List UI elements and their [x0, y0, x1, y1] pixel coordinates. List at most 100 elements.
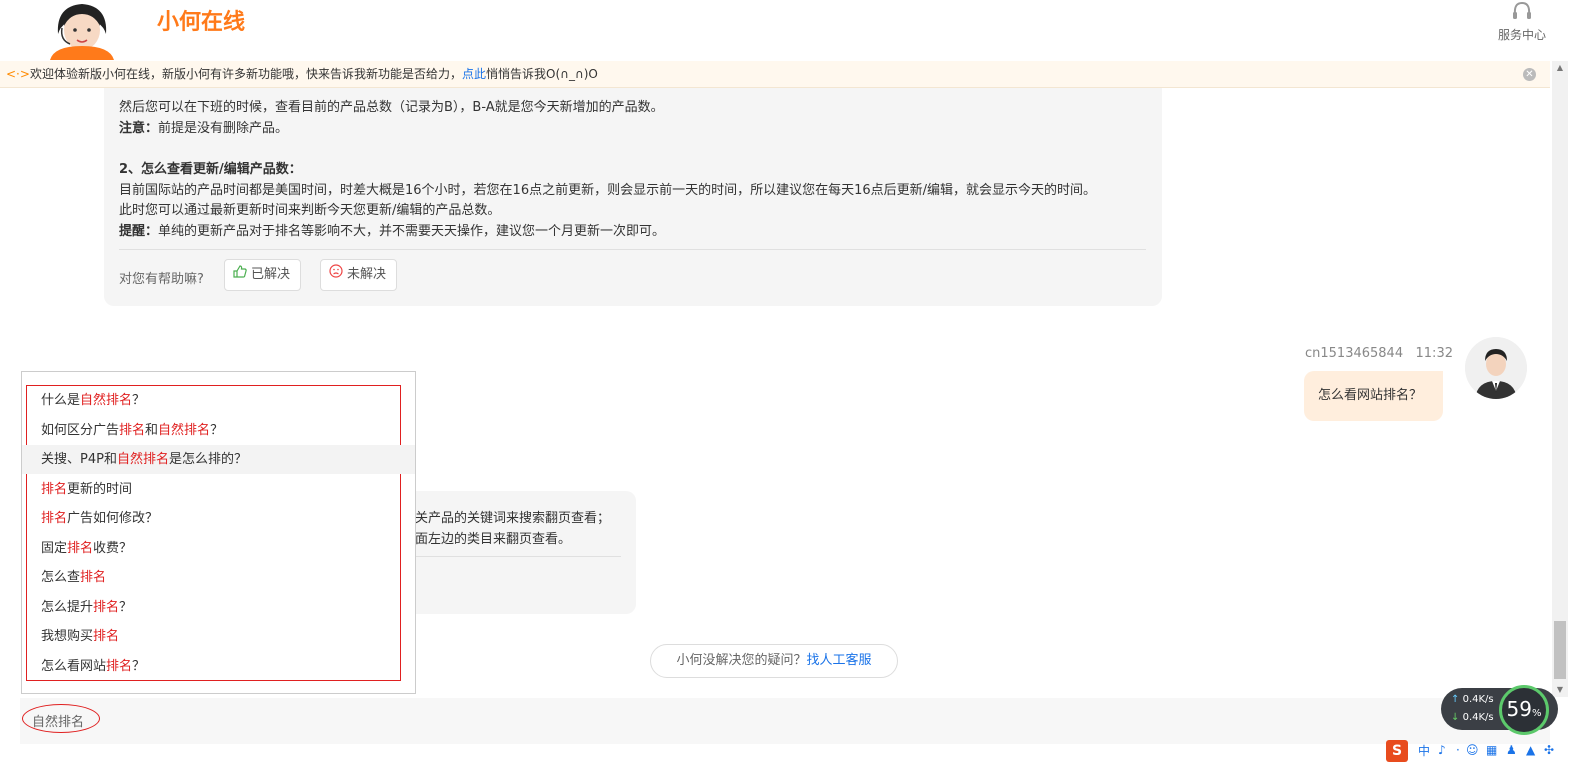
service-center-button[interactable]: 服务中心 — [1496, 0, 1548, 48]
sogou-logo-icon: S — [1386, 740, 1408, 762]
message-line: 关产品的关键词来搜索翻页查看； — [415, 511, 611, 526]
service-center-label: 服务中心 — [1497, 28, 1546, 42]
suggestion-text: ？ — [132, 658, 146, 674]
tip-label: 提醒： — [119, 224, 159, 239]
shirt-icon[interactable]: ▲ — [1526, 743, 1535, 757]
suggestion-keyword: 排名 — [41, 511, 68, 526]
human-service-prompt: 小何没解决您的疑问？找人工客服 — [650, 644, 898, 678]
suggestion-text: 怎么提升 — [41, 599, 94, 615]
suggestion-item[interactable]: 关搜、P4P和自然排名是怎么排的？ — [22, 445, 415, 474]
suggestion-item[interactable]: 固定排名收费？ — [22, 534, 415, 563]
message-line: 此时您可以通过最新更新时间来判断今天您更新/编辑的产品总数。 — [119, 203, 501, 218]
section2-title: 2、怎么查看更新/编辑产品数： — [119, 162, 302, 177]
keyboard-icon[interactable]: ▦ — [1486, 743, 1497, 757]
sad-face-icon — [329, 260, 343, 290]
message-line: 然后您可以在下班的时候，查看目前的产品总数（记录为B），B-A就是您今天新增加的… — [119, 100, 664, 115]
suggestion-text: ？ — [119, 599, 133, 615]
close-icon[interactable]: ✕ — [1523, 68, 1536, 81]
thumbs-up-icon — [233, 260, 247, 290]
notice-text-after: 悄悄告诉我O(∩_∩)O — [486, 67, 598, 81]
brand-title: 小何在线 — [157, 10, 246, 35]
announcement-icon: <·> — [6, 67, 30, 81]
suggestion-item[interactable]: 怎么提升排名？ — [22, 593, 415, 622]
suggestion-keyword: 自然排名 — [80, 393, 133, 408]
chat-input[interactable]: 自然排名 — [32, 711, 84, 730]
suggestion-text: ？ — [132, 393, 146, 408]
divider — [415, 556, 621, 557]
message-note: 注意：前提是没有删除产品。 — [119, 117, 288, 136]
suggestion-keyword: 排名 — [67, 540, 94, 556]
unsolved-label: 未解决 — [347, 267, 387, 282]
message-line: 目前国际站的产品时间都是美国时间，时差大概是16个小时，若您在16点之前更新，则… — [119, 183, 1097, 198]
ime-toolbar[interactable]: S 中 ♪ · ☺ ▦ ♟ ▲ ✣ — [1386, 740, 1566, 767]
notice-text-before: 欢迎体验新版小何在线，新版小何有许多新功能哦，快来告诉我新功能是否给力， — [30, 67, 463, 81]
tip-text: 单纯的更新产品对于排名等影响不大，并不需要天天操作，建议您一个月更新一次即可。 — [158, 224, 666, 239]
suggestion-text: 什么是 — [41, 393, 81, 408]
download-speed: ↓ 0.4K/s — [1451, 712, 1494, 723]
solved-button[interactable]: 已解决 — [224, 259, 302, 291]
notice-text: 欢迎体验新版小何在线，新版小何有许多新功能哦，快来告诉我新功能是否给力，点此悄悄… — [30, 61, 598, 88]
tools-icon[interactable]: ✣ — [1544, 743, 1554, 757]
network-monitor-widget[interactable]: ↑ 0.4K/s ↓ 0.4K/s 59% — [1441, 685, 1558, 735]
gauge-unit: % — [1531, 708, 1542, 719]
download-arrow-icon: ↓ — [1451, 712, 1460, 723]
ime-mode[interactable]: 中 — [1418, 742, 1430, 759]
suggestion-text: 固定 — [41, 540, 68, 556]
suggestion-item[interactable]: 怎么查排名 — [22, 563, 415, 592]
upload-speed: ↑ 0.4K/s — [1451, 694, 1494, 705]
gauge-percent: 59 — [1506, 697, 1532, 721]
header: 小何在线 服务中心 — [0, 0, 1596, 60]
notice-bar: <·> 欢迎体验新版小何在线，新版小何有许多新功能哦，快来告诉我新功能是否给力，… — [0, 61, 1550, 88]
suggestion-text: 如何区分广告 — [41, 422, 120, 438]
suggestion-keyword: 排名 — [41, 481, 68, 497]
suggestion-text: 收费？ — [93, 540, 133, 556]
chat-scrollbar[interactable]: ▲ ▼ — [1552, 61, 1568, 697]
divider — [119, 249, 1146, 250]
helpful-question: 对您有帮助嘛? — [119, 272, 204, 287]
suggestion-item[interactable]: 怎么看网站排名？ — [22, 652, 415, 681]
suggestion-item[interactable]: 如何区分广告排名和自然排名？ — [22, 416, 415, 445]
bot-message-bubble: 然后您可以在下班的时候，查看目前的产品总数（记录为B），B-A就是您今天新增加的… — [104, 88, 1162, 306]
suggestion-text: ？ — [210, 422, 224, 438]
dot-icon[interactable]: · — [1456, 743, 1460, 757]
suggestion-text: 广告如何修改？ — [67, 511, 159, 526]
chat-input-bar: 自然排名 — [20, 698, 1550, 744]
unsolved-button[interactable]: 未解决 — [320, 259, 398, 291]
user-icon[interactable]: ♟ — [1506, 743, 1517, 757]
punctuation-icon[interactable]: ♪ — [1438, 743, 1446, 757]
upload-arrow-icon: ↑ — [1451, 694, 1460, 705]
note-label: 注意： — [119, 121, 159, 136]
suggestion-keyword: 排名 — [80, 570, 107, 585]
suggestion-item[interactable]: 什么是自然排名？ — [22, 386, 415, 415]
suggestion-dropdown: 什么是自然排名？ 如何区分广告排名和自然排名？ 关搜、P4P和自然排名是怎么排的？排… — [21, 371, 416, 694]
solved-label: 已解决 — [251, 267, 291, 282]
scroll-down-arrow-icon[interactable]: ▼ — [1552, 683, 1568, 697]
notice-feedback-link[interactable]: 点此 — [462, 67, 486, 81]
scroll-up-arrow-icon[interactable]: ▲ — [1552, 61, 1568, 75]
suggestion-text: 怎么看网站 — [41, 658, 107, 674]
suggestion-item[interactable]: 排名更新的时间 — [22, 475, 415, 504]
suggestion-keyword: 自然排名 — [158, 422, 211, 438]
suggestion-keyword: 自然排名 — [116, 452, 169, 467]
username: cn1513465844 — [1305, 346, 1404, 361]
scroll-thumb[interactable] — [1554, 621, 1566, 679]
suggestion-text: 更新的时间 — [67, 481, 133, 497]
user-avatar-icon — [1465, 337, 1527, 399]
upload-speed-value: 0.4K/s — [1462, 694, 1494, 705]
user-message-meta: cn1513465844 11:32 — [1305, 346, 1453, 361]
message-time: 11:32 — [1415, 346, 1453, 361]
headset-icon — [1513, 1, 1531, 19]
note-text: 前提是没有删除产品。 — [158, 121, 289, 136]
user-message-bubble: 怎么看网站排名？ — [1304, 371, 1443, 421]
suggestion-keyword: 排名 — [106, 658, 133, 674]
suggestion-item[interactable]: 排名广告如何修改？ — [22, 504, 415, 533]
suggestion-keyword: 排名 — [93, 629, 120, 644]
suggestion-text: 关搜、P4P和 — [41, 452, 117, 467]
human-service-link[interactable]: 找人工客服 — [807, 653, 872, 668]
suggestion-item[interactable]: 我想购买排名 — [22, 622, 415, 651]
download-speed-value: 0.4K/s — [1462, 712, 1494, 723]
message-tip: 提醒：单纯的更新产品对于排名等影响不大，并不需要天天操作，建议您一个月更新一次即… — [119, 220, 665, 239]
memory-gauge: 59% — [1499, 685, 1549, 735]
human-service-text: 小何没解决您的疑问？ — [676, 653, 807, 668]
emoji-icon[interactable]: ☺ — [1466, 743, 1479, 757]
